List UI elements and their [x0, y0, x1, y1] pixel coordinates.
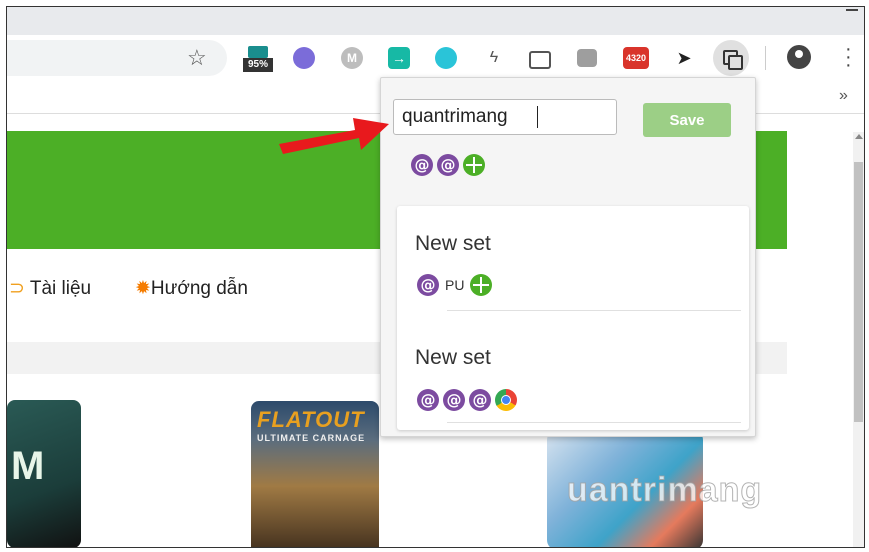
game-thumbnail-1[interactable]: M: [7, 400, 81, 547]
current-tabs-icons: [411, 154, 485, 176]
watermark-text: uantrimang: [566, 471, 763, 510]
browser-toolbar: ☆ 95% M → ϟ 4320 ➤ · · ·: [7, 35, 864, 81]
session-buddy-glyph-back: [728, 55, 743, 70]
extension-badge-icon[interactable]: 95%: [243, 46, 273, 74]
profile-icon[interactable]: [787, 45, 811, 69]
nav-huong-dan-label: Hướng dẫn: [150, 278, 248, 299]
browser-window: ☆ 95% M → ϟ 4320 ➤ · · · » ⊃ Tài liệu ✹Hướ…: [6, 6, 865, 548]
game-title: FLATOUT: [257, 407, 365, 432]
at-icon: [469, 389, 491, 411]
game-subtitle: ULTIMATE CARNAGE: [257, 433, 366, 443]
text-caret: [537, 106, 538, 128]
session-buddy-icon[interactable]: [713, 40, 749, 76]
nav-huong-dan[interactable]: ✹Hướng dẫn: [135, 277, 248, 300]
nav-tai-lieu-label: Tài liệu: [29, 278, 92, 299]
extension-popup: Save New set PU New set: [380, 77, 756, 437]
menu-icon[interactable]: · · ·: [845, 39, 852, 75]
red-arrow-shape: [279, 118, 389, 154]
at-icon: [417, 389, 439, 411]
set-icons: PU: [417, 274, 493, 296]
set-divider: [447, 422, 741, 423]
extension-badge-top: [248, 46, 268, 58]
at-icon: [443, 389, 465, 411]
nav-tai-lieu[interactable]: ⊃ Tài liệu: [9, 277, 91, 300]
bookmarks-overflow-icon[interactable]: »: [839, 87, 848, 105]
set-title[interactable]: New set: [415, 232, 491, 256]
camera-icon[interactable]: [529, 51, 551, 69]
red-arrow-annotation: [279, 118, 389, 154]
at-icon: [411, 154, 433, 176]
cursor-icon[interactable]: ➤: [673, 47, 695, 69]
folder-icon: ⊃: [9, 278, 30, 299]
cyan-circle-icon[interactable]: [435, 47, 457, 69]
save-button[interactable]: Save: [643, 103, 731, 137]
purple-square-icon[interactable]: [293, 47, 315, 69]
extension-badge-text: 95%: [243, 58, 273, 72]
globe-icon: [463, 154, 485, 176]
minimize-icon[interactable]: [846, 9, 858, 11]
scribble-icon[interactable]: [577, 49, 597, 67]
set-title[interactable]: New set: [415, 346, 491, 370]
set-name-input[interactable]: [393, 99, 617, 135]
set-icons: [417, 389, 517, 411]
m-icon[interactable]: M: [341, 47, 363, 69]
set-divider: [447, 310, 741, 311]
bolt-icon[interactable]: ϟ: [483, 47, 505, 69]
game-thumbnail-1-letter: M: [11, 444, 45, 488]
at-icon: [417, 274, 439, 296]
bulb-icon: ✹: [135, 278, 151, 299]
scroll-up-icon[interactable]: [855, 134, 863, 139]
teal-arrow-icon[interactable]: →: [388, 47, 410, 69]
tab-area[interactable]: [7, 7, 864, 35]
chrome-icon: [495, 389, 517, 411]
at-icon: [437, 154, 459, 176]
pu-label: PU: [445, 277, 465, 293]
scroll-thumb[interactable]: [854, 162, 863, 422]
page-scrollbar[interactable]: [853, 132, 864, 547]
saved-sets-list: New set PU New set: [397, 206, 749, 430]
red-4320-label: 4320: [625, 53, 647, 63]
game-thumbnail-flatout[interactable]: FLATOUT ULTIMATE CARNAGE: [251, 401, 379, 547]
toolbar-divider: [765, 46, 766, 70]
red-4320-icon[interactable]: 4320: [623, 47, 649, 69]
globe-icon: [470, 274, 493, 296]
star-icon[interactable]: ☆: [187, 45, 207, 71]
tab-strip: [7, 7, 864, 35]
